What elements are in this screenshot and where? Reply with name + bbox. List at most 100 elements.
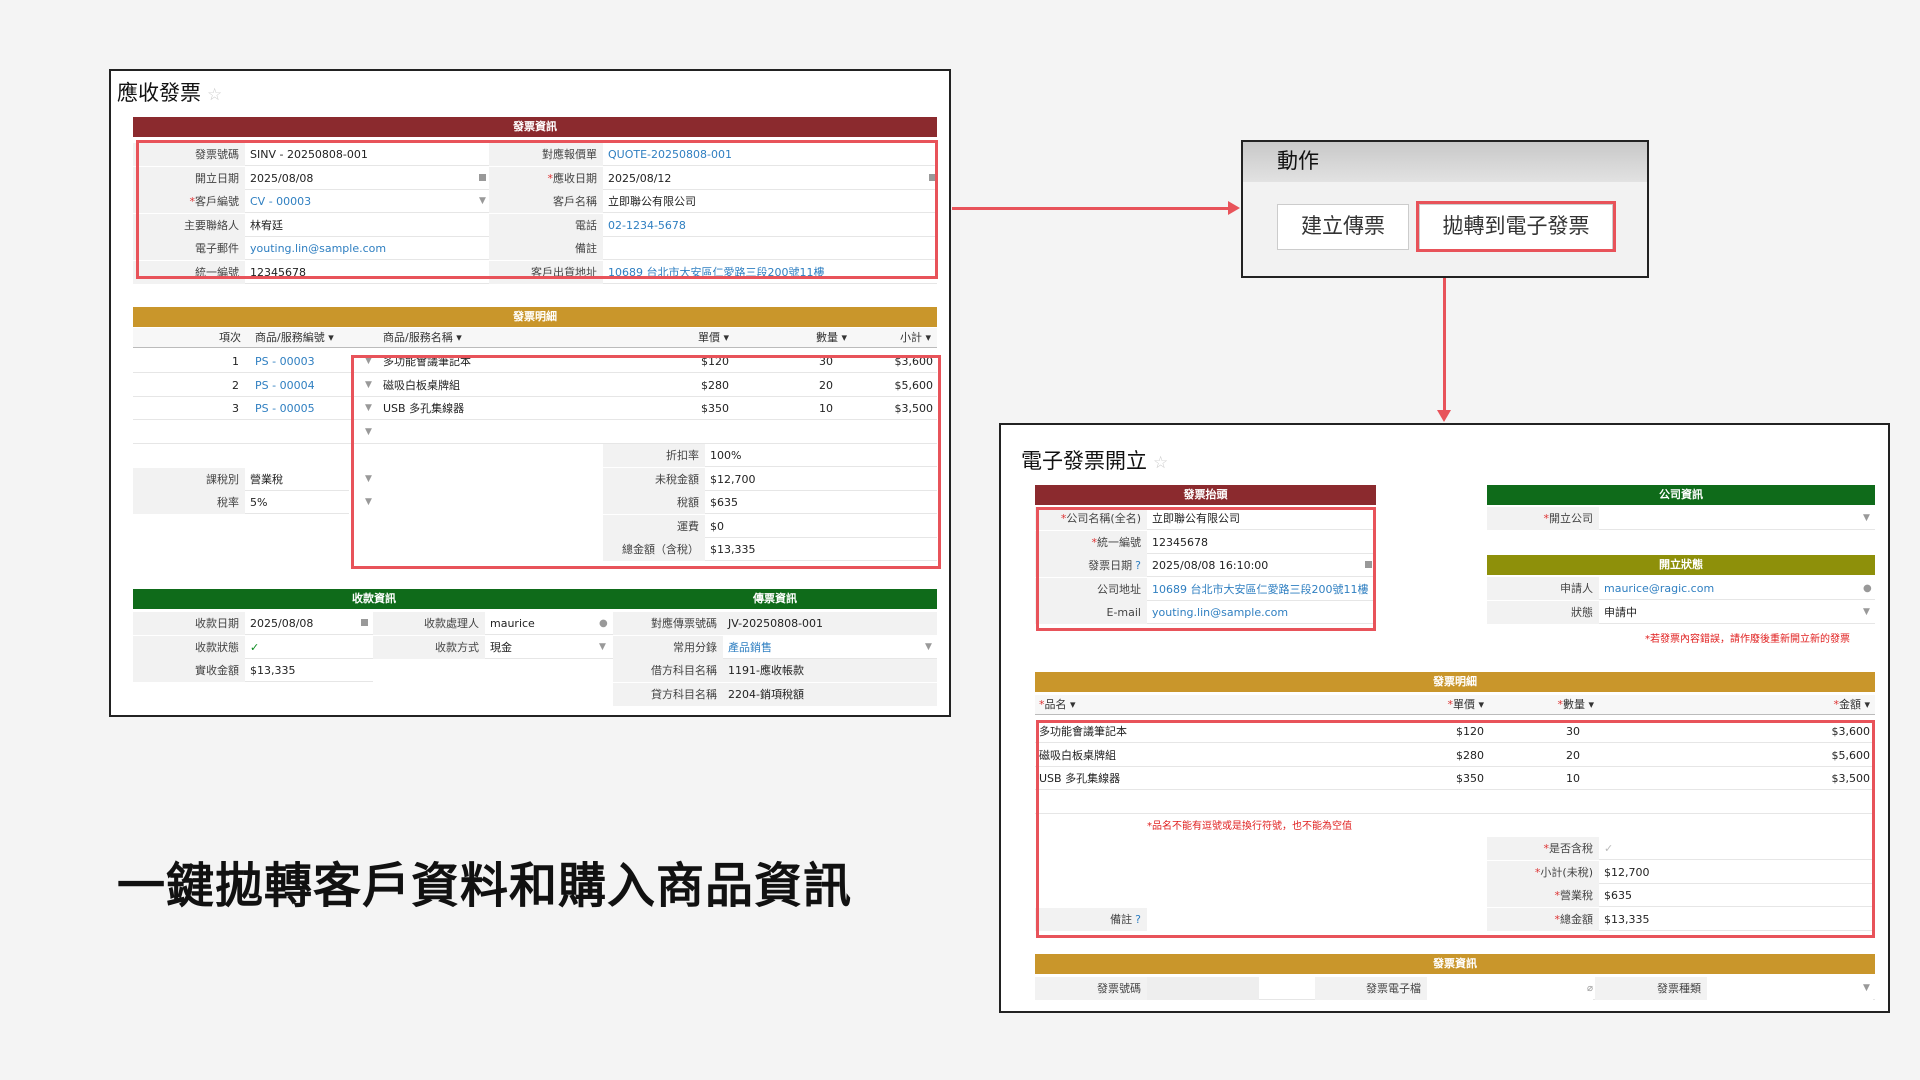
field-value[interactable]: 1191-應收帳款 bbox=[723, 659, 937, 682]
field-value[interactable]: 5% bbox=[245, 491, 345, 514]
item-code[interactable]: PS - 00003 bbox=[251, 350, 361, 373]
item-row[interactable]: 2 PS - 00004 ▼ 磁吸白板桌牌組 $280 20 $5,600 bbox=[133, 374, 937, 397]
field-value[interactable]: youting.lin@sample.com bbox=[1147, 601, 1369, 624]
field-value-left[interactable]: 林宥廷 bbox=[245, 214, 475, 237]
calendar-icon[interactable] bbox=[479, 173, 486, 181]
column-header[interactable]: 單價 ▾ bbox=[603, 328, 733, 348]
column-header[interactable]: 商品/服務名稱 ▾ bbox=[379, 328, 599, 348]
column-header[interactable]: *數量 ▾ bbox=[1488, 695, 1598, 715]
calendar-icon[interactable] bbox=[1365, 561, 1372, 568]
field-label: E-mail bbox=[1035, 601, 1147, 624]
favorite-star-icon[interactable]: ☆ bbox=[1153, 453, 1168, 473]
column-header[interactable]: *單價 ▾ bbox=[1370, 695, 1488, 715]
dropdown-arrow-icon[interactable]: ▼ bbox=[365, 468, 372, 491]
info-row: 電子郵件 youting.lin@sample.com 備註 bbox=[133, 237, 937, 260]
field-value-left[interactable]: youting.lin@sample.com bbox=[245, 237, 475, 260]
required-mark: * bbox=[1543, 512, 1550, 525]
field-value-right[interactable]: QUOTE-20250808-001 bbox=[603, 143, 933, 166]
field-value-left[interactable]: 2025/08/08 bbox=[245, 167, 475, 190]
item-subtotal: $3,500 bbox=[894, 402, 934, 415]
dropdown-arrow-icon[interactable]: ▼ bbox=[365, 491, 372, 514]
field-value[interactable]: 2025/08/08 16:10:00 bbox=[1147, 554, 1369, 577]
field-value[interactable]: ✓ bbox=[1599, 837, 1869, 860]
einvoice-item-row[interactable]: 磁吸白板桌牌組 $280 20 $5,600 bbox=[1035, 744, 1875, 767]
field-value[interactable]: 2204-銷項稅額 bbox=[723, 682, 937, 706]
field-value[interactable]: 12345678 bbox=[1147, 531, 1369, 554]
field-value[interactable]: 2025/08/08 bbox=[245, 612, 355, 635]
dropdown-arrow-icon[interactable]: ▼ bbox=[1863, 507, 1870, 530]
dropdown-arrow-icon[interactable]: ▼ bbox=[479, 190, 486, 213]
dropdown-arrow-icon[interactable]: ▼ bbox=[1863, 601, 1870, 624]
field-value[interactable]: ✓ bbox=[245, 636, 355, 659]
column-header[interactable]: *金額 ▾ bbox=[1598, 695, 1874, 715]
column-header[interactable]: 數量 ▾ bbox=[733, 328, 851, 348]
field-value[interactable]: 立即聯公有限公司 bbox=[1147, 507, 1369, 530]
einvoice-item-row[interactable]: 多功能會議筆記本 $120 30 $3,600 bbox=[1035, 720, 1875, 743]
item-qty: 30 bbox=[819, 355, 833, 368]
field-value[interactable]: maurice@ragic.com bbox=[1599, 577, 1859, 600]
dropdown-arrow-icon[interactable]: ▼ bbox=[925, 636, 932, 659]
item-name: 多功能會議筆記本 bbox=[383, 355, 471, 368]
item-qty: 10 bbox=[819, 402, 833, 415]
field-label: 統一編號 bbox=[133, 260, 245, 284]
dropdown-arrow-icon[interactable]: ▼ bbox=[365, 350, 372, 373]
company-select[interactable] bbox=[1599, 507, 1859, 530]
summary-row: 未稅金額 $12,700 bbox=[603, 467, 937, 491]
info-row: 發票號碼 SINV - 20250808-001 對應報價單 QUOTE-202508… bbox=[133, 143, 937, 166]
einvoice-item-row-empty[interactable] bbox=[1035, 791, 1875, 814]
calendar-icon[interactable] bbox=[929, 173, 936, 181]
field-value-right[interactable] bbox=[603, 237, 933, 260]
help-icon[interactable]: ? bbox=[1135, 913, 1141, 926]
item-row[interactable]: 3 PS - 00005 ▼ USB 多孔集線器 $350 10 $3,500 bbox=[133, 397, 937, 420]
field-value[interactable]: 申請中 bbox=[1599, 601, 1859, 624]
field-value[interactable]: 營業稅 bbox=[245, 468, 345, 491]
field-value[interactable] bbox=[1147, 977, 1259, 1000]
arrow-head-down-icon bbox=[1437, 410, 1451, 422]
field-value[interactable] bbox=[1707, 977, 1873, 1000]
field-value: 100% bbox=[710, 449, 742, 462]
column-header[interactable]: 小計 ▾ bbox=[851, 328, 935, 348]
favorite-star-icon[interactable]: ☆ bbox=[207, 85, 222, 105]
field-value[interactable]: maurice bbox=[485, 612, 595, 635]
create-journal-button[interactable]: 建立傳票 bbox=[1277, 204, 1409, 250]
dropdown-arrow-icon[interactable]: ▼ bbox=[365, 421, 372, 444]
field-value-left[interactable]: 12345678 bbox=[245, 261, 475, 284]
field-value-right[interactable]: 2025/08/12 bbox=[603, 167, 933, 190]
dropdown-arrow-icon[interactable]: ▼ bbox=[365, 397, 372, 420]
item-row[interactable]: 1 PS - 00003 ▼ 多功能會議筆記本 $120 30 $3,600 bbox=[133, 350, 937, 373]
field-value-left[interactable]: SINV - 20250808-001 bbox=[245, 143, 475, 166]
calendar-icon[interactable] bbox=[361, 619, 368, 626]
column-header[interactable]: 項次 bbox=[133, 328, 245, 348]
field-value-right[interactable]: 02-1234-5678 bbox=[603, 214, 933, 237]
help-icon[interactable]: ? bbox=[1135, 559, 1141, 572]
field-value-right[interactable]: 10689 台北市大安區仁愛路三段200號11樓 bbox=[603, 261, 933, 284]
column-header[interactable]: *品名 ▾ bbox=[1035, 695, 1365, 715]
column-header[interactable]: 商品/服務編號 ▾ bbox=[251, 328, 371, 348]
field-label: 狀態 bbox=[1487, 600, 1599, 624]
field-value[interactable]: $13,335 bbox=[245, 659, 355, 682]
field-value-right[interactable]: 立即聯公有限公司 bbox=[603, 190, 933, 213]
einvoice-item-row[interactable]: USB 多孔集線器 $350 10 $3,500 bbox=[1035, 767, 1875, 790]
dropdown-arrow-icon[interactable]: ▼ bbox=[365, 374, 372, 397]
einvoice-total-row: *營業稅 $635 bbox=[1487, 884, 1875, 907]
reissue-note: *若發票內容錯誤，請作廢後重新開立新的發票 bbox=[1645, 634, 1850, 645]
attachment-icon[interactable]: ⌀ bbox=[1587, 977, 1593, 1000]
transfer-to-einvoice-button[interactable]: 拋轉到電子發票 bbox=[1419, 204, 1613, 250]
item-subtotal: $3,600 bbox=[894, 355, 934, 368]
item-row-empty[interactable]: ▼ bbox=[133, 421, 937, 444]
field-value[interactable] bbox=[1427, 977, 1593, 1000]
field-value[interactable]: 現金 bbox=[485, 636, 595, 659]
dropdown-arrow-icon[interactable]: ▼ bbox=[1863, 977, 1870, 1000]
field-value[interactable]: 10689 台北市大安區仁愛路三段200號11樓 bbox=[1147, 578, 1369, 601]
field-value-left[interactable]: CV - 00003 bbox=[245, 190, 475, 213]
user-icon[interactable]: ● bbox=[599, 612, 608, 635]
einvoice-panel-title: 電子發票開立 ☆ bbox=[1021, 449, 1169, 473]
section-invoice-header: 發票抬頭 bbox=[1035, 485, 1376, 505]
dropdown-arrow-icon[interactable]: ▼ bbox=[599, 636, 606, 659]
item-code[interactable]: PS - 00004 bbox=[251, 374, 361, 397]
field-value[interactable]: 產品銷售 bbox=[723, 636, 937, 659]
user-icon[interactable]: ● bbox=[1863, 577, 1872, 600]
arrow-to-einvoice bbox=[1443, 278, 1446, 414]
item-code[interactable]: PS - 00005 bbox=[251, 397, 361, 420]
field-value[interactable]: JV-20250808-001 bbox=[723, 612, 937, 635]
